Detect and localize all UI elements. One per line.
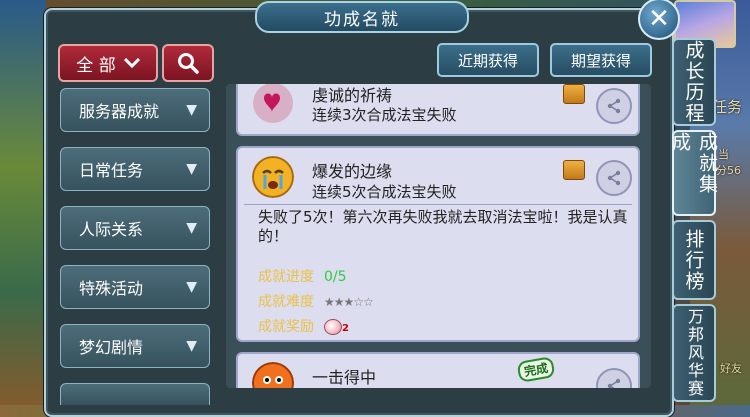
- window-title: 功成名就: [324, 9, 400, 30]
- search-button[interactable]: [162, 44, 214, 82]
- progress-label: 成就进度: [258, 269, 314, 285]
- achievement-name: 一击得中: [312, 368, 377, 387]
- achievement-name: 爆发的边缘: [312, 162, 393, 181]
- achievement-card[interactable]: 一击得中 完成: [236, 352, 640, 388]
- progress-value: 0/5: [324, 269, 347, 285]
- achievement-name: 虔诚的祈祷: [312, 86, 393, 105]
- achievement-desc: 连续5次合成法宝失败: [312, 183, 457, 201]
- chevron-down-icon: ▼: [186, 161, 197, 177]
- filter-dropdown[interactable]: 全 部: [58, 44, 158, 82]
- angry-face-icon: [252, 362, 294, 388]
- achievement-list[interactable]: 虔诚的祈祷 连续3次合成法宝失败 爆发的边缘 连续5次合成法宝失败 失败了5次！…: [226, 84, 651, 388]
- category-more[interactable]: [60, 383, 210, 405]
- wish-button[interactable]: 期望获得: [550, 43, 652, 77]
- category-label: 服务器成就: [79, 102, 160, 121]
- crying-face-icon: [252, 156, 294, 198]
- recent-button[interactable]: 近期获得: [437, 43, 539, 77]
- difficulty-stars: ★★★☆☆: [324, 295, 374, 309]
- share-icon: [607, 98, 621, 114]
- title-bar: 功成名就: [255, 1, 469, 33]
- completed-badge: 完成: [516, 356, 556, 383]
- category-label: 特殊活动: [79, 279, 144, 298]
- close-icon: ✕: [648, 4, 670, 34]
- game-scene-left: [0, 0, 46, 417]
- category-events[interactable]: 特殊活动 ▼: [60, 265, 210, 309]
- chevron-down-icon: ▼: [186, 220, 197, 236]
- chevron-down-icon: ▼: [186, 279, 197, 295]
- share-icon: [607, 170, 621, 186]
- achievement-card[interactable]: 虔诚的祈祷 连续3次合成法宝失败: [236, 84, 640, 136]
- share-button[interactable]: [596, 160, 632, 196]
- tab-contest[interactable]: 万邦风华赛: [672, 304, 716, 402]
- category-story[interactable]: 梦幻剧情 ▼: [60, 324, 210, 368]
- chevron-down-icon: [123, 58, 140, 68]
- tab-growth[interactable]: 成长历程: [672, 38, 716, 126]
- chevron-down-icon: ▼: [186, 102, 197, 118]
- category-daily[interactable]: 日常任务 ▼: [60, 147, 210, 191]
- category-label: 梦幻剧情: [79, 338, 144, 357]
- category-server[interactable]: 服务器成就 ▼: [60, 88, 210, 132]
- bg-text-3: 好友: [720, 362, 742, 375]
- achievement-desc: 连续3次合成法宝失败: [312, 106, 457, 124]
- category-label: 人际关系: [79, 220, 144, 239]
- achievement-detail: 失败了5次！第六次再失败我就去取消法宝啦！我是认真的！: [258, 208, 628, 245]
- reward-label: 成就奖励: [258, 319, 314, 335]
- difficulty-row: 成就难度 ★★★☆☆: [258, 291, 374, 311]
- search-icon: [178, 53, 199, 74]
- share-button[interactable]: [596, 368, 632, 388]
- chevron-down-icon: ▼: [186, 338, 197, 354]
- progress-row: 成就进度 0/5: [258, 266, 347, 286]
- share-button[interactable]: [596, 88, 632, 124]
- peach-icon: [324, 319, 342, 335]
- reward-count: 2: [342, 323, 349, 334]
- filter-label: 全 部: [76, 55, 116, 76]
- close-button[interactable]: ✕: [638, 0, 680, 40]
- hearts-icon: [253, 84, 293, 123]
- reward-item[interactable]: 2: [324, 319, 349, 335]
- medal-icon: [563, 84, 585, 104]
- category-relations[interactable]: 人际关系 ▼: [60, 206, 210, 250]
- share-icon: [607, 378, 621, 388]
- tab-ranking[interactable]: 排行榜: [672, 220, 716, 300]
- category-label: 日常任务: [79, 161, 144, 180]
- medal-icon: [563, 160, 585, 180]
- achievement-card-expanded[interactable]: 爆发的边缘 连续5次合成法宝失败 失败了5次！第六次再失败我就去取消法宝啦！我是…: [236, 146, 640, 342]
- reward-row: 成就奖励 2: [258, 316, 349, 336]
- divider: [244, 204, 632, 205]
- bg-quest-text: 任务: [712, 98, 743, 116]
- tab-achievements[interactable]: 成就集成: [669, 130, 718, 216]
- difficulty-label: 成就难度: [258, 294, 314, 310]
